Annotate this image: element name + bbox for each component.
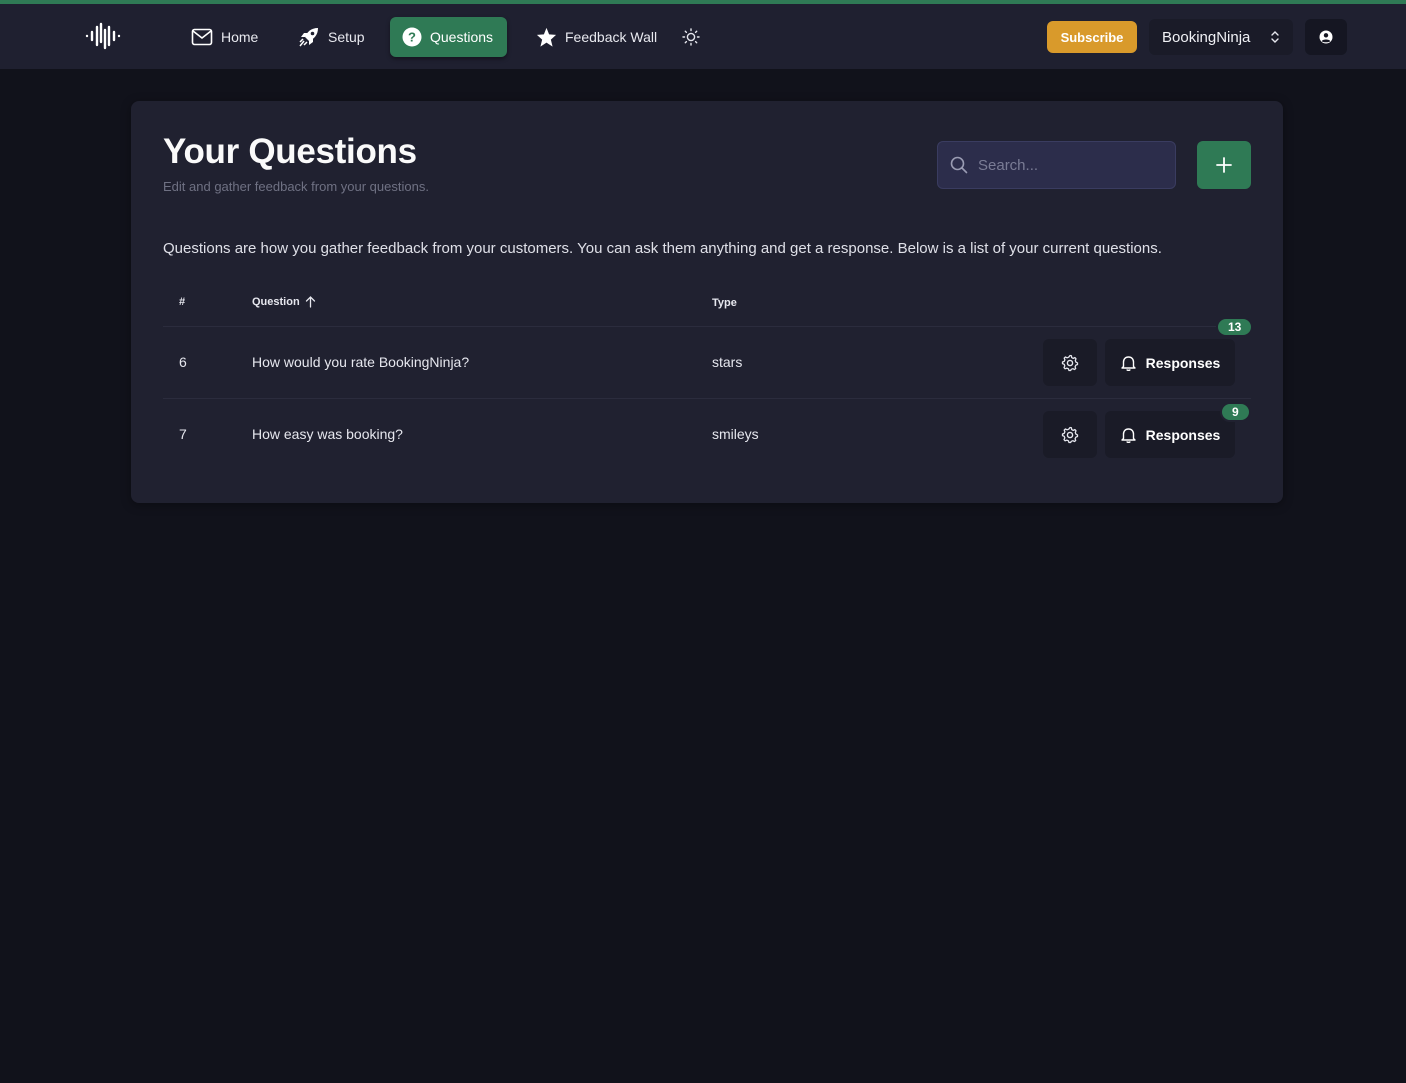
responses-button[interactable]: Responses <box>1105 339 1235 386</box>
project-name: BookingNinja <box>1162 28 1251 46</box>
responses-button[interactable]: Responses <box>1105 411 1235 458</box>
project-select[interactable]: BookingNinja <box>1149 19 1293 55</box>
page-description: Questions are how you gather feedback fr… <box>163 240 1162 257</box>
star-icon <box>536 27 557 47</box>
question-settings-button[interactable] <box>1043 339 1097 386</box>
search-box[interactable] <box>937 141 1176 189</box>
chevron-up-down-icon <box>1271 31 1279 43</box>
page-title: Your Questions <box>163 132 417 171</box>
bell-icon <box>1120 427 1136 443</box>
svg-text:?: ? <box>408 30 416 45</box>
logo-icon[interactable] <box>84 20 122 52</box>
gear-icon <box>1061 426 1079 443</box>
response-count-badge: 9 <box>1220 402 1251 422</box>
search-icon <box>950 156 968 174</box>
user-circle-icon <box>1319 30 1333 44</box>
row-question: How easy was booking? <box>252 426 403 442</box>
nav-home-label: Home <box>221 29 259 45</box>
nav-questions-label: Questions <box>430 29 494 45</box>
row-id: 7 <box>179 426 187 442</box>
bell-icon <box>1120 355 1136 371</box>
nav-setup-label: Setup <box>328 29 365 45</box>
question-circle-icon: ? <box>402 27 422 47</box>
column-header-type: Type <box>712 297 737 309</box>
response-count-badge: 13 <box>1216 317 1254 337</box>
questions-card: Your Questions Edit and gather feedback … <box>131 101 1283 503</box>
nav-home[interactable]: Home <box>179 17 270 57</box>
page-subtitle: Edit and gather feedback from your quest… <box>163 179 429 194</box>
navbar: Home Setup ? Questions Feedback Wall Sub… <box>0 4 1406 69</box>
mail-icon <box>191 28 213 46</box>
search-input[interactable] <box>978 156 1158 174</box>
responses-label: Responses <box>1145 426 1221 443</box>
row-type: stars <box>712 354 743 370</box>
rocket-icon <box>299 28 318 47</box>
nav-questions[interactable]: ? Questions <box>390 17 507 57</box>
table-row: 6 How would you rate BookingNinja? stars… <box>163 317 1254 399</box>
column-header-id: # <box>179 296 186 308</box>
sun-icon[interactable] <box>682 28 700 46</box>
add-question-button[interactable] <box>1197 141 1251 189</box>
row-id: 6 <box>179 354 187 370</box>
gear-icon <box>1061 354 1079 371</box>
nav-feedback-wall-label: Feedback Wall <box>565 29 658 45</box>
plus-icon <box>1216 157 1232 173</box>
table-header: # Question Type <box>163 287 1251 327</box>
nav-feedback-wall[interactable]: Feedback Wall <box>524 17 669 57</box>
subscribe-button[interactable]: Subscribe <box>1047 21 1137 53</box>
table-row: 7 How easy was booking? smileys Response… <box>163 399 1251 471</box>
row-question: How would you rate BookingNinja? <box>252 354 470 370</box>
responses-label: Responses <box>1145 354 1221 371</box>
nav-setup[interactable]: Setup <box>286 17 377 57</box>
column-header-question[interactable]: Question <box>252 296 316 308</box>
account-button[interactable] <box>1305 19 1347 55</box>
question-settings-button[interactable] <box>1043 411 1097 458</box>
row-type: smileys <box>712 426 759 442</box>
arrow-up-icon <box>305 296 315 308</box>
